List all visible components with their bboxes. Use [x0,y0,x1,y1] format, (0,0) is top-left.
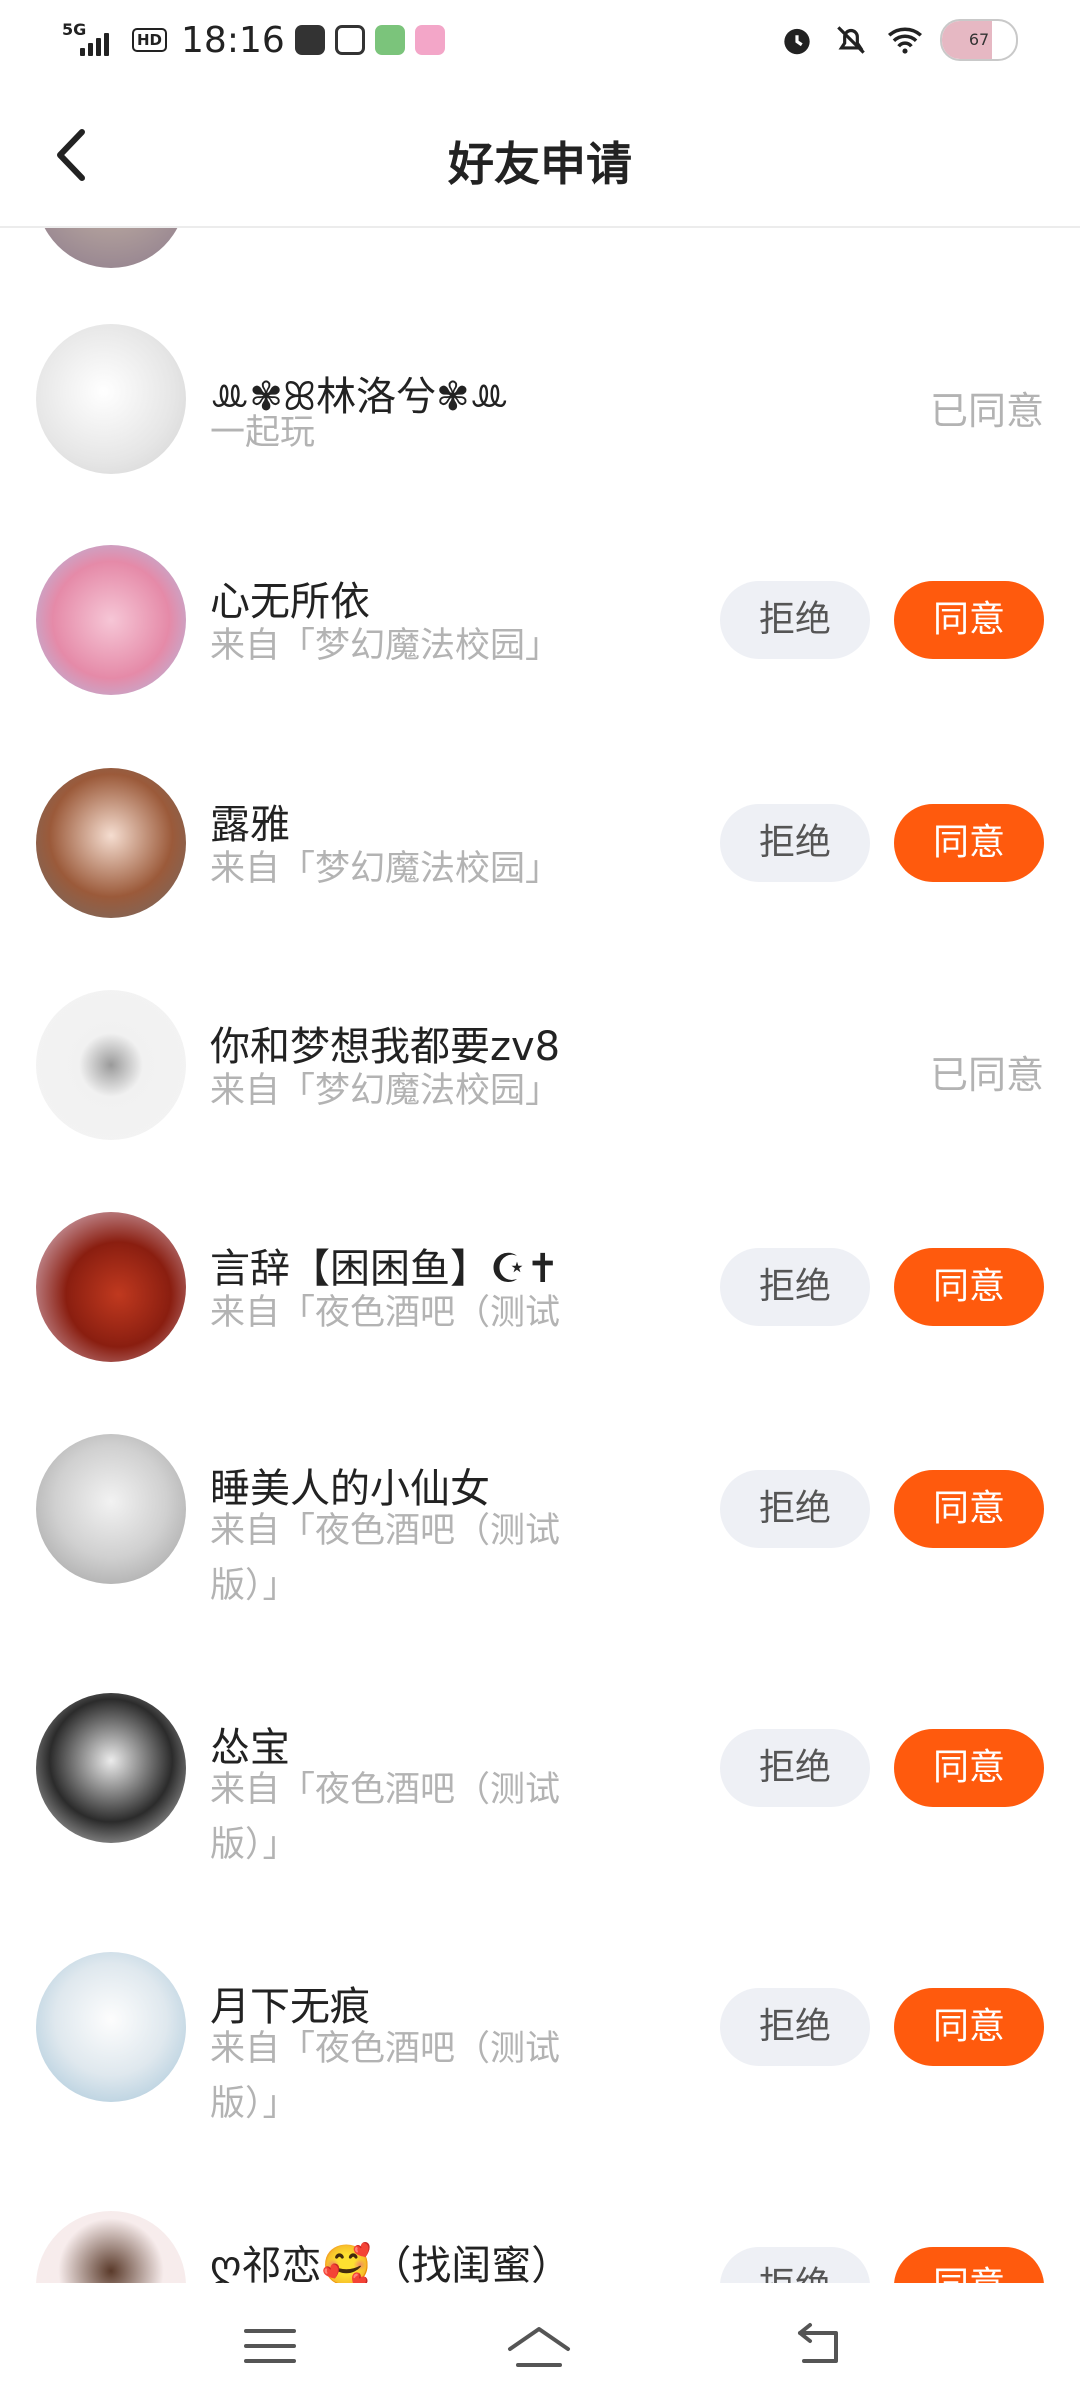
back-icon[interactable] [790,2321,850,2371]
status-right: 67 [778,14,1018,66]
request-subtitle: 来自「夜色酒吧（测试版）」 [210,1770,561,1865]
request-subtitle: 来自「夜色酒吧（测试版）」 [210,2029,561,2124]
avatar[interactable] [36,324,186,474]
mute-bell-icon [837,26,865,54]
list-item[interactable]: 言辞【困困鱼】☪✝ 来自「夜色酒吧（测试 拒绝 同意 [0,1212,1080,1412]
reject-button[interactable]: 拒绝 [720,1729,870,1807]
avatar[interactable] [36,768,186,918]
page-title: 好友申请 [448,137,632,191]
avatar[interactable] [36,1952,186,2102]
accept-button[interactable]: 同意 [894,1729,1044,1807]
list-item[interactable]: 怂宝 来自「夜色酒吧（测试版）」 拒绝 同意 [0,1693,1080,1933]
request-subtitle: 来自「梦幻魔法校园」 [210,1071,561,1111]
list-item[interactable]: 心无所依 来自「梦幻魔法校园」 拒绝 同意 [0,545,1080,745]
status-label: 已同意 [929,389,1044,433]
list-item[interactable]: ღ祁恋🥰（找闺蜜） 拒绝 同意 [0,2211,1080,2283]
menu-icon[interactable] [240,2321,300,2371]
list-item[interactable]: 露雅 来自「梦幻魔法校园」 拒绝 同意 [0,768,1080,968]
avatar[interactable] [36,228,186,268]
anime-app-icon [414,25,445,55]
friend-request-list[interactable]: ꔛ✾ꕤ林洛兮✾ꔛ 一起玩 已同意 心无所依 来自「梦幻魔法校园」 拒绝 同意 露… [0,228,1080,2283]
list-item[interactable]: 你和梦想我都要zv8 来自「梦幻魔法校园」 已同意 [0,990,1080,1190]
header: 好友申请 [0,80,1080,228]
request-subtitle: 来自「梦幻魔法校园」 [210,849,561,889]
reject-button[interactable]: 拒绝 [720,2247,870,2283]
clock: 18:16 [181,19,285,61]
email-app-icon [334,25,365,55]
status-left: 5G HD 18:16 [62,14,445,66]
hd-badge: HD [132,28,168,52]
avatar[interactable] [36,1212,186,1362]
navigation-bar [0,2283,1080,2408]
reject-button[interactable]: 拒绝 [720,581,870,659]
list-item[interactable]: 月下无痕 来自「夜色酒吧（测试版）」 拒绝 同意 [0,1952,1080,2192]
accept-button[interactable]: 同意 [894,2247,1044,2283]
request-subtitle: 来自「夜色酒吧（测试 [210,1293,561,1333]
battery-indicator: 67 [940,19,1018,61]
status-label: 已同意 [929,1053,1044,1097]
home-icon[interactable] [504,2321,574,2371]
request-subtitle: 来自「梦幻魔法校园」 [210,626,561,666]
wifi-icon [888,27,922,54]
avatar[interactable] [36,990,186,1140]
accept-button[interactable]: 同意 [894,1248,1044,1326]
accept-button[interactable]: 同意 [894,804,1044,882]
list-item[interactable]: 睡美人的小仙女 来自「夜色酒吧（测试版）」 拒绝 同意 [0,1434,1080,1674]
game-app-icon [374,25,405,55]
list-item[interactable]: ꔛ✾ꕤ林洛兮✾ꔛ 一起玩 已同意 [0,324,1080,524]
alarm-icon [784,28,810,55]
reject-button[interactable]: 拒绝 [720,1470,870,1548]
reject-button[interactable]: 拒绝 [720,804,870,882]
signal-icon: 5G [62,20,122,60]
request-name: ღ祁恋🥰（找闺蜜） [210,2243,572,2283]
accept-button[interactable]: 同意 [894,581,1044,659]
battery-percent: 67 [968,30,990,49]
accept-button[interactable]: 同意 [894,1988,1044,2066]
avatar[interactable] [36,2211,186,2283]
accept-button[interactable]: 同意 [894,1470,1044,1548]
request-subtitle: 来自「夜色酒吧（测试版）」 [210,1511,561,1606]
request-subtitle: 一起玩 [210,413,316,453]
reject-button[interactable]: 拒绝 [720,1248,870,1326]
avatar[interactable] [36,1693,186,1843]
status-bar: 5G HD 18:16 67 [0,0,1080,80]
reject-button[interactable]: 拒绝 [720,1988,870,2066]
message-app-icon [294,25,325,55]
avatar[interactable] [36,545,186,695]
avatar[interactable] [36,1434,186,1584]
